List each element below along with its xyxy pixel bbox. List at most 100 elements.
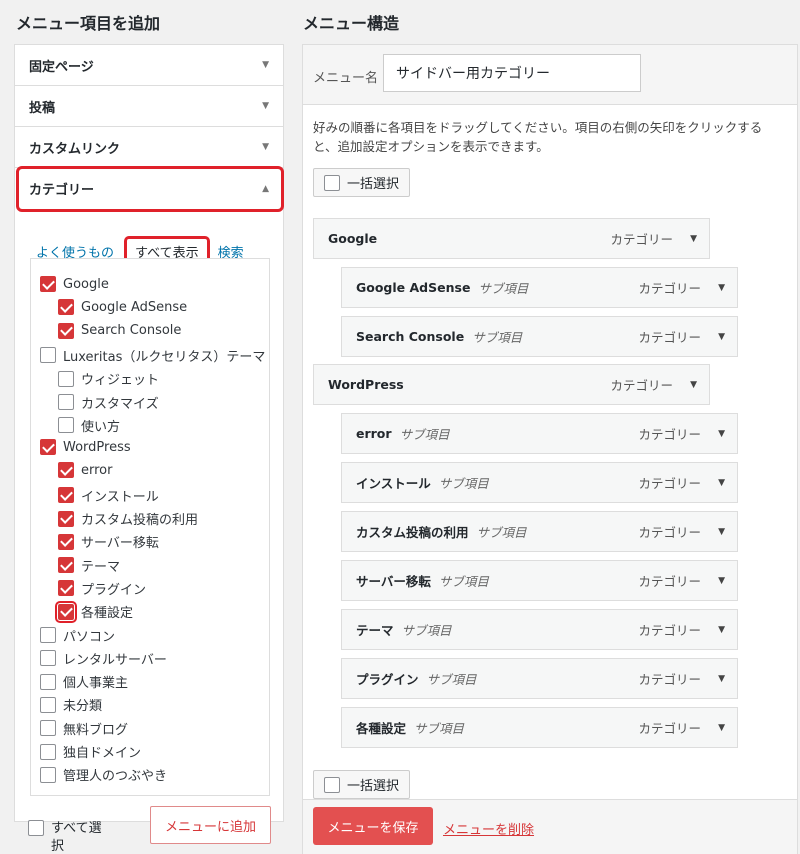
checked-checkbox[interactable] [58, 580, 74, 597]
category-item[interactable]: 管理人のつぶやき [40, 765, 167, 784]
bulk-select-checkbox[interactable] [324, 174, 340, 191]
panel-pages[interactable]: 固定ページ ▼ [15, 45, 283, 86]
menu-subitem[interactable]: テーマ サブ項目 カテゴリー ▼ [341, 609, 738, 650]
add-to-menu-button[interactable]: メニューに追加 [150, 806, 271, 844]
bulk-select-bottom[interactable]: 一括選択 [313, 770, 411, 799]
checkbox[interactable] [40, 766, 56, 783]
category-item-label: 管理人のつぶやき [63, 769, 168, 785]
category-item[interactable]: 無料ブログ [40, 719, 128, 738]
category-item-label: プラグイン [81, 582, 147, 598]
checkbox[interactable] [58, 394, 74, 410]
category-item[interactable]: Search Console [58, 322, 182, 339]
menu-item[interactable]: WordPress カテゴリー ▼ [313, 364, 710, 405]
checked-checkbox[interactable] [58, 299, 74, 316]
expand-arrow-icon[interactable]: ▼ [718, 478, 725, 488]
menu-subitem[interactable]: 各種設定 サブ項目 カテゴリー ▼ [341, 707, 738, 748]
checkbox[interactable] [58, 417, 74, 434]
chevron-down-icon: ▼ [262, 60, 269, 70]
panel-custom-links[interactable]: カスタムリンク ▼ [15, 127, 283, 168]
bulk-select-top[interactable]: 一括選択 [313, 168, 411, 197]
category-item[interactable]: カスタム投稿の利用 [58, 509, 198, 528]
bulk-select-label: 一括選択 [347, 779, 400, 794]
checkbox[interactable] [40, 743, 56, 760]
category-item[interactable]: Luxeritas（ルクセリタス）テーマ [40, 346, 265, 365]
category-item[interactable]: パソコン [40, 626, 115, 645]
expand-arrow-icon[interactable]: ▼ [718, 332, 725, 342]
menu-item-type: カテゴリー [638, 525, 701, 540]
highlight-box [16, 166, 284, 212]
menu-item-title: error [356, 426, 392, 441]
checked-checkbox[interactable] [58, 557, 74, 574]
category-item[interactable]: error [58, 462, 113, 479]
category-item[interactable]: テーマ [58, 556, 120, 575]
menu-item-title: カスタム投稿の利用 [356, 525, 469, 540]
category-item[interactable]: レンタルサーバー [40, 649, 167, 668]
chevron-down-icon: ▼ [262, 142, 269, 152]
expand-arrow-icon[interactable]: ▼ [718, 723, 725, 733]
expand-arrow-icon[interactable]: ▼ [718, 625, 725, 635]
menu-subitem[interactable]: サーバー移転 サブ項目 カテゴリー ▼ [341, 560, 738, 601]
category-item-label: error [81, 462, 113, 478]
category-item-label: カスタマイズ [81, 396, 159, 412]
checked-checkbox[interactable] [58, 510, 74, 527]
category-item[interactable]: 使い方 [58, 416, 120, 435]
menu-item-sub-label: サブ項目 [414, 721, 465, 736]
checked-checkbox[interactable] [58, 462, 74, 479]
menu-subitem[interactable]: プラグイン サブ項目 カテゴリー ▼ [341, 658, 738, 699]
menu-name-input[interactable]: サイドバー用カテゴリー [383, 54, 641, 92]
delete-menu-link[interactable]: メニューを削除 [443, 819, 534, 838]
checked-checkbox[interactable] [40, 439, 56, 456]
category-item[interactable]: 各種設定 [55, 600, 133, 623]
menu-item[interactable]: Google カテゴリー ▼ [313, 218, 710, 259]
panel-posts[interactable]: 投稿 ▼ [15, 86, 283, 127]
bulk-select-label: 一括選択 [347, 177, 400, 192]
category-item[interactable]: カスタマイズ [58, 393, 159, 412]
checked-checkbox[interactable] [58, 487, 74, 504]
expand-arrow-icon[interactable]: ▼ [690, 380, 697, 390]
menu-item-sub-label: サブ項目 [399, 427, 450, 442]
expand-arrow-icon[interactable]: ▼ [718, 674, 725, 684]
checked-checkbox[interactable] [55, 600, 77, 623]
category-item-label: Search Console [81, 323, 182, 339]
expand-arrow-icon[interactable]: ▼ [718, 429, 725, 439]
checkbox[interactable] [40, 627, 56, 643]
checked-checkbox[interactable] [40, 276, 56, 292]
menu-subitem[interactable]: Search Console サブ項目 カテゴリー ▼ [341, 316, 738, 357]
checkbox[interactable] [40, 347, 56, 364]
category-item[interactable]: インストール [58, 486, 159, 505]
expand-arrow-icon[interactable]: ▼ [690, 234, 697, 244]
save-menu-button[interactable]: メニューを保存 [313, 807, 433, 845]
category-item[interactable]: 個人事業主 [40, 672, 128, 691]
menu-item-title: Search Console [356, 329, 465, 344]
menu-subitem[interactable]: Google AdSense サブ項目 カテゴリー ▼ [341, 267, 738, 308]
menu-item-type: カテゴリー [638, 330, 701, 345]
expand-arrow-icon[interactable]: ▼ [718, 283, 725, 293]
category-item[interactable]: サーバー移転 [58, 532, 159, 551]
category-item[interactable]: Google AdSense [58, 299, 187, 316]
menu-item-type: カテゴリー [638, 721, 701, 736]
menu-item-sub-label: サブ項目 [478, 281, 529, 296]
checkbox[interactable] [40, 650, 56, 667]
menu-subitem[interactable]: インストール サブ項目 カテゴリー ▼ [341, 462, 738, 503]
category-item[interactable]: ウィジェット [58, 369, 159, 388]
select-all[interactable]: すべて選択 [28, 820, 106, 854]
checkbox[interactable] [40, 720, 56, 737]
checked-checkbox[interactable] [58, 322, 74, 339]
menu-item-type: カテゴリー [610, 232, 673, 247]
checkbox[interactable] [40, 696, 56, 713]
category-item[interactable]: Google [40, 276, 109, 292]
menu-subitem[interactable]: カスタム投稿の利用 サブ項目 カテゴリー ▼ [341, 511, 738, 552]
menu-subitem[interactable]: error サブ項目 カテゴリー ▼ [341, 413, 738, 454]
checkbox[interactable] [58, 370, 74, 387]
category-item[interactable]: 未分類 [40, 695, 102, 714]
category-item[interactable]: WordPress [40, 439, 131, 456]
category-item[interactable]: プラグイン [58, 579, 146, 598]
checked-checkbox[interactable] [58, 533, 74, 550]
select-all-checkbox[interactable] [28, 820, 44, 836]
expand-arrow-icon[interactable]: ▼ [718, 576, 725, 586]
expand-arrow-icon[interactable]: ▼ [718, 527, 725, 537]
checkbox[interactable] [40, 673, 56, 690]
menu-item-sub-label: サブ項目 [472, 330, 523, 345]
category-item[interactable]: 独自ドメイン [40, 742, 141, 761]
bulk-select-checkbox[interactable] [324, 776, 340, 793]
